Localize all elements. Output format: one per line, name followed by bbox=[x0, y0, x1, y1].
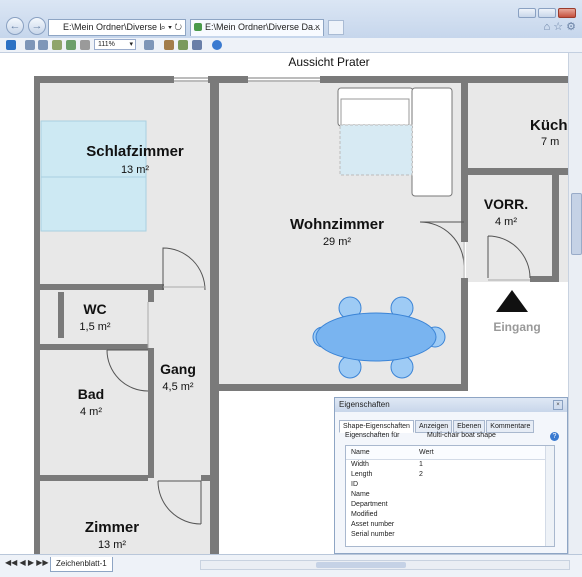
page-nav-arrows[interactable]: ◀◀ ◀ ▶ ▶▶ bbox=[5, 558, 49, 567]
property-name: Serial number bbox=[351, 531, 395, 538]
favorites-star-icon[interactable]: ☆ bbox=[553, 21, 563, 33]
bed bbox=[40, 120, 147, 232]
vertical-scrollbar[interactable] bbox=[568, 53, 582, 554]
room-area: 4 m² bbox=[80, 406, 102, 418]
horizontal-scroll-thumb[interactable] bbox=[316, 562, 406, 568]
room-area: 4,5 m² bbox=[162, 381, 194, 393]
horizontal-scrollbar[interactable] bbox=[200, 560, 570, 570]
properties-for-value: Multi-chair boat shape bbox=[427, 432, 496, 439]
entrance-label: Eingang bbox=[493, 320, 540, 334]
actual-size-icon[interactable] bbox=[80, 40, 90, 50]
property-name: Width bbox=[351, 461, 369, 468]
zoom-in-icon[interactable] bbox=[25, 40, 35, 50]
vertical-scroll-thumb[interactable] bbox=[571, 193, 582, 255]
browser-tab[interactable]: E:\Mein Ordner\Diverse Da... × bbox=[190, 19, 324, 36]
room-name: Zimmer bbox=[85, 519, 139, 536]
chevron-down-icon: ▾ bbox=[129, 41, 133, 48]
property-name: Department bbox=[351, 501, 388, 508]
room-area: 1,5 m² bbox=[79, 321, 111, 333]
page-favicon-icon bbox=[194, 23, 202, 31]
zoom-out-icon[interactable] bbox=[38, 40, 48, 50]
back-arrow-icon: ← bbox=[9, 20, 21, 32]
help-icon[interactable]: ? bbox=[550, 432, 559, 441]
room-area: 4 m² bbox=[495, 216, 517, 228]
properties-scrollbar[interactable] bbox=[545, 446, 554, 546]
property-name: Name bbox=[351, 491, 370, 498]
address-actions-icon[interactable]: ⌕ ▾ ↻ bbox=[160, 20, 182, 35]
table-row[interactable]: Width 1 bbox=[346, 460, 554, 470]
tab-title: E:\Mein Ordner\Diverse Da... bbox=[205, 22, 321, 32]
back-button[interactable]: ← bbox=[6, 17, 24, 35]
property-name: Length bbox=[351, 471, 373, 478]
room-area: 13 m² bbox=[98, 539, 126, 551]
properties-icon[interactable] bbox=[192, 40, 202, 50]
room-name: Schlafzimmer bbox=[86, 143, 184, 160]
address-bar[interactable]: E:\Mein Ordner\Diverse Datei ⌕ ▾ ↻ bbox=[48, 19, 186, 36]
property-name: Modified bbox=[351, 511, 378, 518]
close-window-button[interactable] bbox=[558, 8, 576, 18]
tab-close-icon[interactable]: × bbox=[315, 20, 320, 35]
forward-arrow-icon: → bbox=[31, 20, 43, 32]
maximize-button[interactable] bbox=[538, 8, 556, 18]
home-icon[interactable]: ⌂ bbox=[543, 21, 550, 33]
table-row[interactable]: Serial number bbox=[346, 530, 554, 540]
browser-titlebar: ← → E:\Mein Ordner\Diverse Datei ⌕ ▾ ↻ E… bbox=[0, 0, 582, 39]
fit-page-icon[interactable] bbox=[52, 40, 62, 50]
plan-title: Aussicht Prater bbox=[288, 55, 369, 69]
zoom-select[interactable]: 111% ▾ bbox=[94, 39, 136, 50]
room-name: Küch bbox=[530, 117, 568, 134]
settings-gear-icon[interactable]: ⚙ bbox=[566, 21, 576, 33]
properties-panel: Eigenschaften × Shape-Eigenschaften Anzei… bbox=[334, 397, 568, 554]
entrance-arrow-icon bbox=[496, 290, 528, 312]
sheet-tab[interactable]: Zeichenblatt-1 bbox=[50, 557, 113, 572]
help-icon[interactable] bbox=[212, 40, 222, 50]
sheet-bar: ◀◀ ◀ ▶ ▶▶ Zeichenblatt-1 bbox=[0, 554, 582, 577]
room-area: 29 m² bbox=[323, 236, 351, 248]
room-name: Bad bbox=[78, 386, 104, 402]
minimize-button[interactable] bbox=[518, 8, 536, 18]
viewer-toolbar: 111% ▾ bbox=[0, 38, 582, 53]
table-row[interactable]: ID bbox=[346, 480, 554, 490]
panel-title: Eigenschaften bbox=[335, 398, 567, 412]
room-name: Gang bbox=[160, 361, 196, 377]
property-name: Asset number bbox=[351, 521, 395, 528]
property-value: 2 bbox=[419, 471, 423, 478]
panel-tabs: Shape-Eigenschaften Anzeigen Ebenen Komment… bbox=[339, 415, 535, 433]
room-area: 7 m bbox=[541, 136, 559, 148]
zoom-value: 111% bbox=[98, 41, 115, 48]
column-header-value: Wert bbox=[419, 449, 434, 456]
room-name: Wohnzimmer bbox=[290, 216, 384, 233]
layers-icon[interactable] bbox=[164, 40, 174, 50]
properties-for-label: Eigenschaften für bbox=[345, 432, 400, 439]
new-tab-button[interactable] bbox=[328, 20, 344, 35]
room-name: VORR. bbox=[484, 196, 528, 212]
browser-right-icons: ⌂ ☆ ⚙ bbox=[543, 20, 576, 33]
table-row[interactable]: Asset number bbox=[346, 520, 554, 530]
pan-icon[interactable] bbox=[144, 40, 154, 50]
property-name: ID bbox=[351, 481, 358, 488]
forward-button[interactable]: → bbox=[28, 17, 46, 35]
table-header: Name Wert bbox=[346, 446, 554, 460]
column-header-name: Name bbox=[351, 449, 370, 456]
table-row[interactable]: Department bbox=[346, 500, 554, 510]
fit-width-icon[interactable] bbox=[66, 40, 76, 50]
panel-close-button[interactable]: × bbox=[553, 400, 563, 410]
visio-logo-icon bbox=[6, 40, 16, 50]
properties-table: Name Wert Width 1 Length 2 ID Name Departme… bbox=[345, 445, 555, 547]
property-value: 1 bbox=[419, 461, 423, 468]
table-row[interactable]: Name bbox=[346, 490, 554, 500]
table-row[interactable]: Modified bbox=[346, 510, 554, 520]
table-row[interactable]: Length 2 bbox=[346, 470, 554, 480]
pages-icon[interactable] bbox=[178, 40, 188, 50]
room-name: WC bbox=[83, 301, 106, 317]
room-area: 13 m² bbox=[121, 164, 149, 176]
